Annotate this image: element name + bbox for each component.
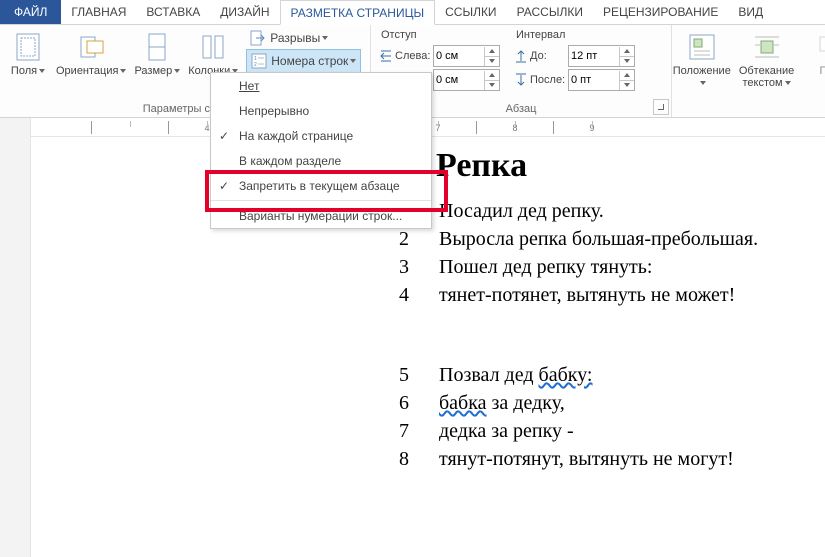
margins-button[interactable]: Поля	[4, 27, 52, 79]
line-numbers-suppress[interactable]: Запретить в текущем абзаце	[211, 173, 431, 198]
indent-right-spinner[interactable]	[433, 69, 500, 91]
wrap-text-button[interactable]: Обтекание текстом	[728, 27, 806, 91]
doc-line: 8тянут-потянут, вытянуть не могут!	[399, 445, 758, 473]
bring-forward-label: Пер	[819, 65, 825, 77]
indent-left-spinner[interactable]	[433, 45, 500, 67]
size-label: Размер	[134, 65, 180, 77]
tab-review[interactable]: РЕЦЕНЗИРОВАНИЕ	[593, 0, 728, 24]
line-numbers-each-section[interactable]: В каждом разделе	[211, 148, 431, 173]
wrap-text-icon	[751, 31, 783, 63]
line-numbers-each-page[interactable]: На каждой странице	[211, 123, 431, 148]
spacing-before-spinner[interactable]	[568, 45, 635, 67]
indent-left-icon	[379, 49, 393, 63]
tab-references[interactable]: ССЫЛКИ	[435, 0, 506, 24]
indent-right-up[interactable]	[485, 71, 499, 80]
spacing-after-input[interactable]	[569, 71, 619, 89]
margins-label: Поля	[11, 65, 45, 77]
spacing-before-up[interactable]	[620, 47, 634, 56]
doc-line: 5Позвал дед бабку:	[399, 361, 758, 389]
svg-text:2: 2	[254, 62, 257, 68]
paragraph-dialog-launcher[interactable]	[653, 99, 669, 115]
margins-icon	[12, 31, 44, 63]
position-label: Положение	[673, 65, 731, 89]
indent-left-input[interactable]	[434, 47, 484, 65]
position-icon	[686, 31, 718, 63]
line-numbers-menu: Нет Непрерывно На каждой странице В кажд…	[210, 72, 432, 229]
columns-icon	[197, 31, 229, 63]
spacing-after-down[interactable]	[620, 80, 634, 90]
tab-page-layout[interactable]: РАЗМЕТКА СТРАНИЦЫ	[280, 0, 436, 25]
breaks-button[interactable]: Разрывы	[246, 27, 361, 49]
doc-line: 3Пошел дед репку тянуть:	[399, 253, 758, 281]
spacing-before-label: До:	[530, 50, 547, 62]
tab-file[interactable]: ФАЙЛ	[0, 0, 61, 24]
spacing-before-icon	[514, 49, 528, 63]
breaks-icon	[250, 30, 266, 46]
line-numbers-icon: 12	[251, 53, 267, 69]
doc-line: 7дедка за репку -	[399, 417, 758, 445]
bring-forward-button[interactable]: Пер	[806, 27, 825, 79]
spacing-after-label: После:	[530, 74, 565, 86]
tab-insert[interactable]: ВСТАВКА	[136, 0, 210, 24]
wrap-text-label: Обтекание текстом	[732, 65, 802, 89]
indent-left-down[interactable]	[485, 56, 499, 66]
bring-forward-icon	[814, 31, 825, 63]
size-button[interactable]: Размер	[130, 27, 184, 79]
tab-mailings[interactable]: РАССЫЛКИ	[507, 0, 593, 24]
doc-line: 2Выросла репка большая-пребольшая.	[399, 225, 758, 253]
line-numbers-continuous[interactable]: Непрерывно	[211, 98, 431, 123]
position-button[interactable]: Положение	[676, 27, 728, 91]
spacing-before-input[interactable]	[569, 47, 619, 65]
doc-line: 6бабка за дедку,	[399, 389, 758, 417]
tab-design[interactable]: ДИЗАЙН	[210, 0, 279, 24]
orientation-icon	[75, 31, 107, 63]
indent-right-down[interactable]	[485, 80, 499, 90]
orientation-button[interactable]: Ориентация	[52, 27, 130, 79]
tab-view[interactable]: ВИД	[728, 0, 773, 24]
doc-line: 4тянет-потянет, вытянуть не может!	[399, 281, 758, 309]
menu-separator	[211, 200, 431, 201]
spacing-after-spinner[interactable]	[568, 69, 635, 91]
doc-line: 1Посадил дед репку.	[399, 197, 758, 225]
size-icon	[141, 31, 173, 63]
indent-left-label: Слева:	[395, 50, 430, 62]
line-numbers-none[interactable]: Нет	[211, 73, 431, 98]
line-numbers-button[interactable]: 12 Номера строк	[246, 49, 361, 73]
line-numbers-options[interactable]: Варианты нумерации строк...	[211, 203, 431, 228]
indent-right-input[interactable]	[434, 71, 484, 89]
spacing-before-down[interactable]	[620, 56, 634, 66]
spacing-after-up[interactable]	[620, 71, 634, 80]
indent-title: Отступ	[381, 29, 500, 41]
ribbon-tabs: ФАЙЛ ГЛАВНАЯ ВСТАВКА ДИЗАЙН РАЗМЕТКА СТР…	[0, 0, 825, 25]
tab-home[interactable]: ГЛАВНАЯ	[61, 0, 136, 24]
indent-left-up[interactable]	[485, 47, 499, 56]
line-numbers-label: Номера строк	[271, 54, 348, 68]
orientation-label: Ориентация	[56, 65, 126, 77]
spacing-after-icon	[514, 73, 528, 87]
interval-title: Интервал	[516, 29, 635, 41]
breaks-label: Разрывы	[270, 31, 320, 45]
doc-title: Репка	[436, 147, 527, 185]
